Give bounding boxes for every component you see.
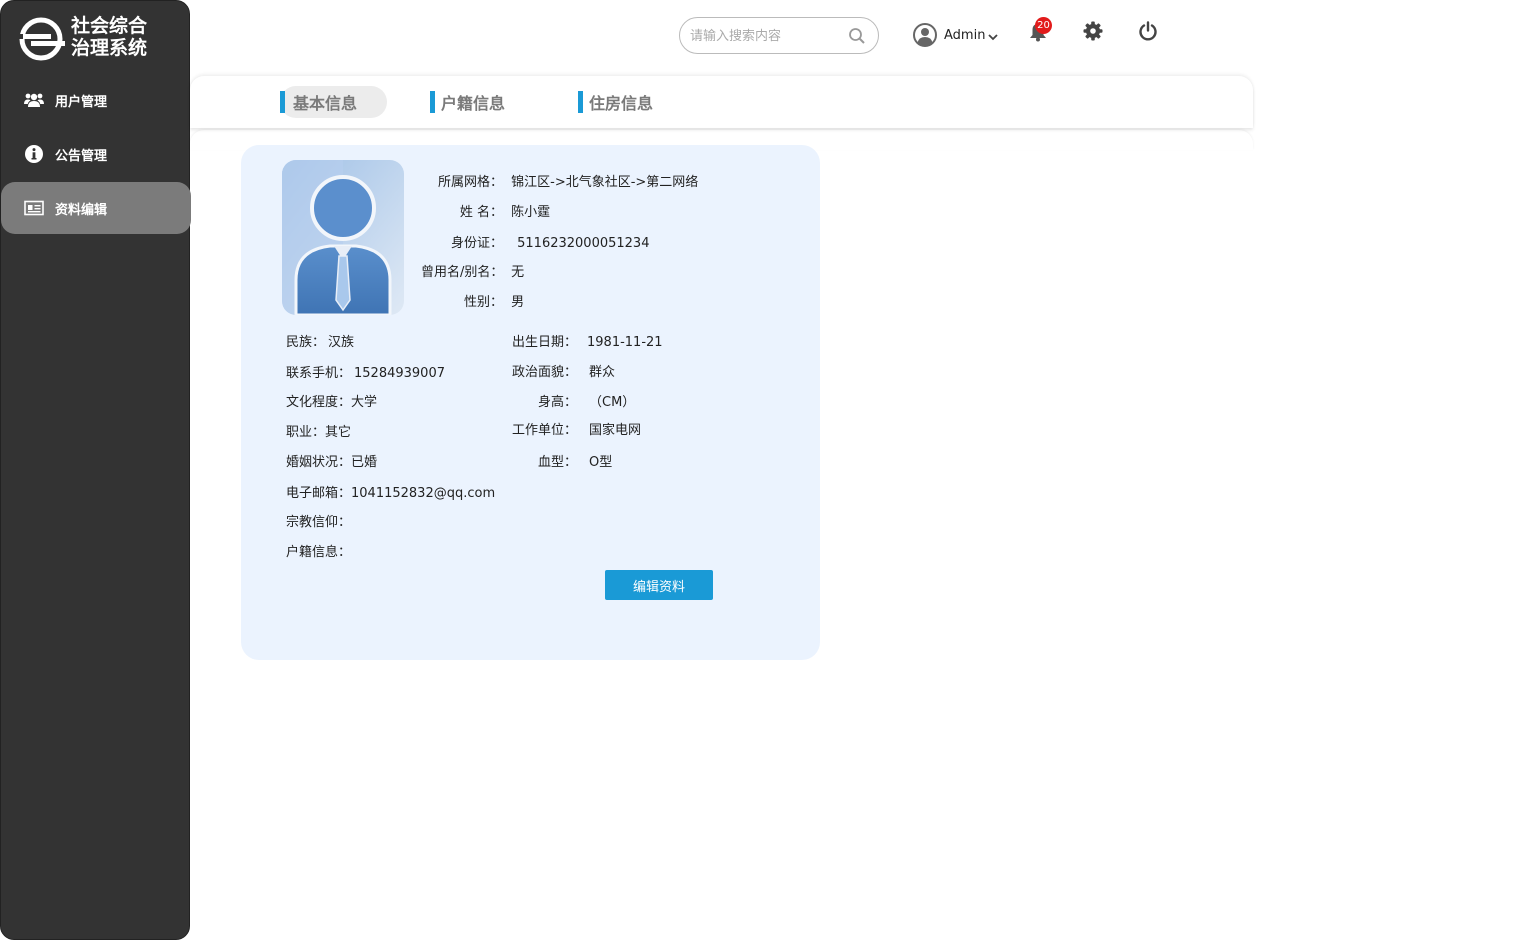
field-label: 出生日期： <box>511 335 577 350</box>
field-value: 大学 <box>351 395 378 410</box>
tab-indicator <box>578 91 583 113</box>
field-value: 1981-11-21 <box>587 335 663 350</box>
field-label: 所属网格： <box>437 175 503 190</box>
field-value: 男 <box>511 295 525 310</box>
users-icon <box>24 90 44 110</box>
field-value: （CM） <box>589 395 636 410</box>
sidebar-item-label: 公告管理 <box>55 148 108 164</box>
field-label: 曾用名/别名： <box>421 265 504 280</box>
chevron-down-icon <box>988 33 999 40</box>
tab-basic-info[interactable]: 基本信息 <box>280 86 388 118</box>
info-row-grid: 所属网格： 锦江区->北气象社区->第二网络 <box>421 171 698 190</box>
field-value: 其它 <box>325 425 352 440</box>
info-row-gender: 性别： 男 <box>421 291 524 310</box>
field-label: 身份证： <box>450 236 503 251</box>
field-value: 锦江区->北气象社区->第二网络 <box>511 175 699 190</box>
field-value: O型 <box>589 455 613 470</box>
field-value: 陈小霆 <box>511 205 551 220</box>
info-row-birth-date: 出生日期： 1981-11-21 <box>503 331 663 350</box>
field-value: 5116232000051234 <box>517 236 650 251</box>
field-value: 已婚 <box>351 455 378 470</box>
info-row-email: 电子邮箱：1041152832@qq.com <box>286 482 495 501</box>
user-avatar-icon <box>913 23 937 47</box>
field-label: 政治面貌： <box>511 365 577 380</box>
field-label: 职业： <box>286 425 326 440</box>
field-label: 工作单位： <box>511 423 577 438</box>
field-label: 性别： <box>463 295 503 310</box>
app-title: 社会综合 治理系统 <box>71 15 148 59</box>
search-input[interactable] <box>690 25 840 47</box>
info-row-religion: 宗教信仰： <box>286 511 351 530</box>
field-value: 1041152832@qq.com <box>351 486 496 501</box>
info-row-marital-status: 婚姻状况：已婚 <box>286 451 377 470</box>
tab-label: 住房信息 <box>589 94 654 113</box>
sidebar-item-announcements[interactable]: 公告管理 <box>1 128 191 180</box>
info-row-height: 身高： （CM） <box>503 391 635 410</box>
tab-label: 户籍信息 <box>441 94 506 113</box>
info-row-name: 姓 名： 陈小霆 <box>421 201 550 220</box>
info-row-phone: 联系手机： 15284939007 <box>286 362 445 381</box>
notification-badge: 20 <box>1035 17 1052 34</box>
info-row-political-status: 政治面貌： 群众 <box>503 361 615 380</box>
info-row-ethnicity: 民族： 汉族 <box>286 331 354 350</box>
field-label: 民族： <box>286 335 326 350</box>
field-label: 姓 名： <box>459 205 503 220</box>
tab-housing-info[interactable]: 住房信息 <box>578 86 653 118</box>
logo-icon <box>17 17 65 61</box>
search-box <box>679 17 879 54</box>
sidebar-item-user-management[interactable]: 用户管理 <box>1 74 191 126</box>
field-label: 身高： <box>537 395 577 410</box>
user-name: Admin <box>944 27 986 43</box>
tab-label: 基本信息 <box>293 94 358 113</box>
profile-card: 所属网格： 锦江区->北气象社区->第二网络 姓 名： 陈小霆 身份证： 511… <box>241 145 820 660</box>
field-label: 电子邮箱： <box>286 486 352 501</box>
field-label: 联系手机： <box>286 366 352 381</box>
info-row-id-card: 身份证： 5116232000051234 <box>421 232 650 251</box>
user-menu[interactable]: Admin <box>913 22 999 48</box>
field-value: 国家电网 <box>589 423 642 438</box>
id-card-icon <box>24 198 44 218</box>
info-row-employer: 工作单位： 国家电网 <box>503 419 641 438</box>
info-row-education: 文化程度：大学 <box>286 391 377 410</box>
search-icon[interactable] <box>848 27 866 45</box>
field-label: 婚姻状况： <box>286 455 352 470</box>
sidebar: 社会综合 治理系统 用户管理 公告管理 资料编辑 <box>0 0 191 940</box>
avatar-placeholder-icon <box>282 160 404 315</box>
field-value: 汉族 <box>328 335 355 350</box>
field-value: 无 <box>511 265 525 280</box>
power-icon[interactable] <box>1138 21 1158 41</box>
field-value: 15284939007 <box>354 366 445 381</box>
profile-photo <box>282 160 404 315</box>
field-label: 户籍信息： <box>286 545 352 560</box>
tab-indicator <box>430 91 435 113</box>
field-label: 血型： <box>537 455 577 470</box>
sidebar-item-profile-edit[interactable]: 资料编辑 <box>1 182 191 234</box>
tab-bar: 基本信息 户籍信息 住房信息 <box>190 76 1253 128</box>
tab-household-registration[interactable]: 户籍信息 <box>430 86 505 118</box>
info-row-alias: 曾用名/别名： 无 <box>421 261 524 280</box>
field-label: 文化程度： <box>286 395 352 410</box>
info-row-blood-type: 血型： O型 <box>503 451 612 470</box>
edit-profile-button[interactable]: 编辑资料 <box>605 570 713 600</box>
gear-icon[interactable] <box>1083 21 1103 41</box>
info-row-occupation: 职业：其它 <box>286 421 351 440</box>
field-label: 宗教信仰： <box>286 515 352 530</box>
info-row-household: 户籍信息： <box>286 541 351 560</box>
info-icon <box>24 144 44 164</box>
sidebar-item-label: 用户管理 <box>55 94 108 110</box>
field-value: 群众 <box>589 365 616 380</box>
tab-indicator <box>280 91 285 113</box>
app-logo[interactable]: 社会综合 治理系统 <box>17 15 187 65</box>
sidebar-item-label: 资料编辑 <box>55 202 108 218</box>
